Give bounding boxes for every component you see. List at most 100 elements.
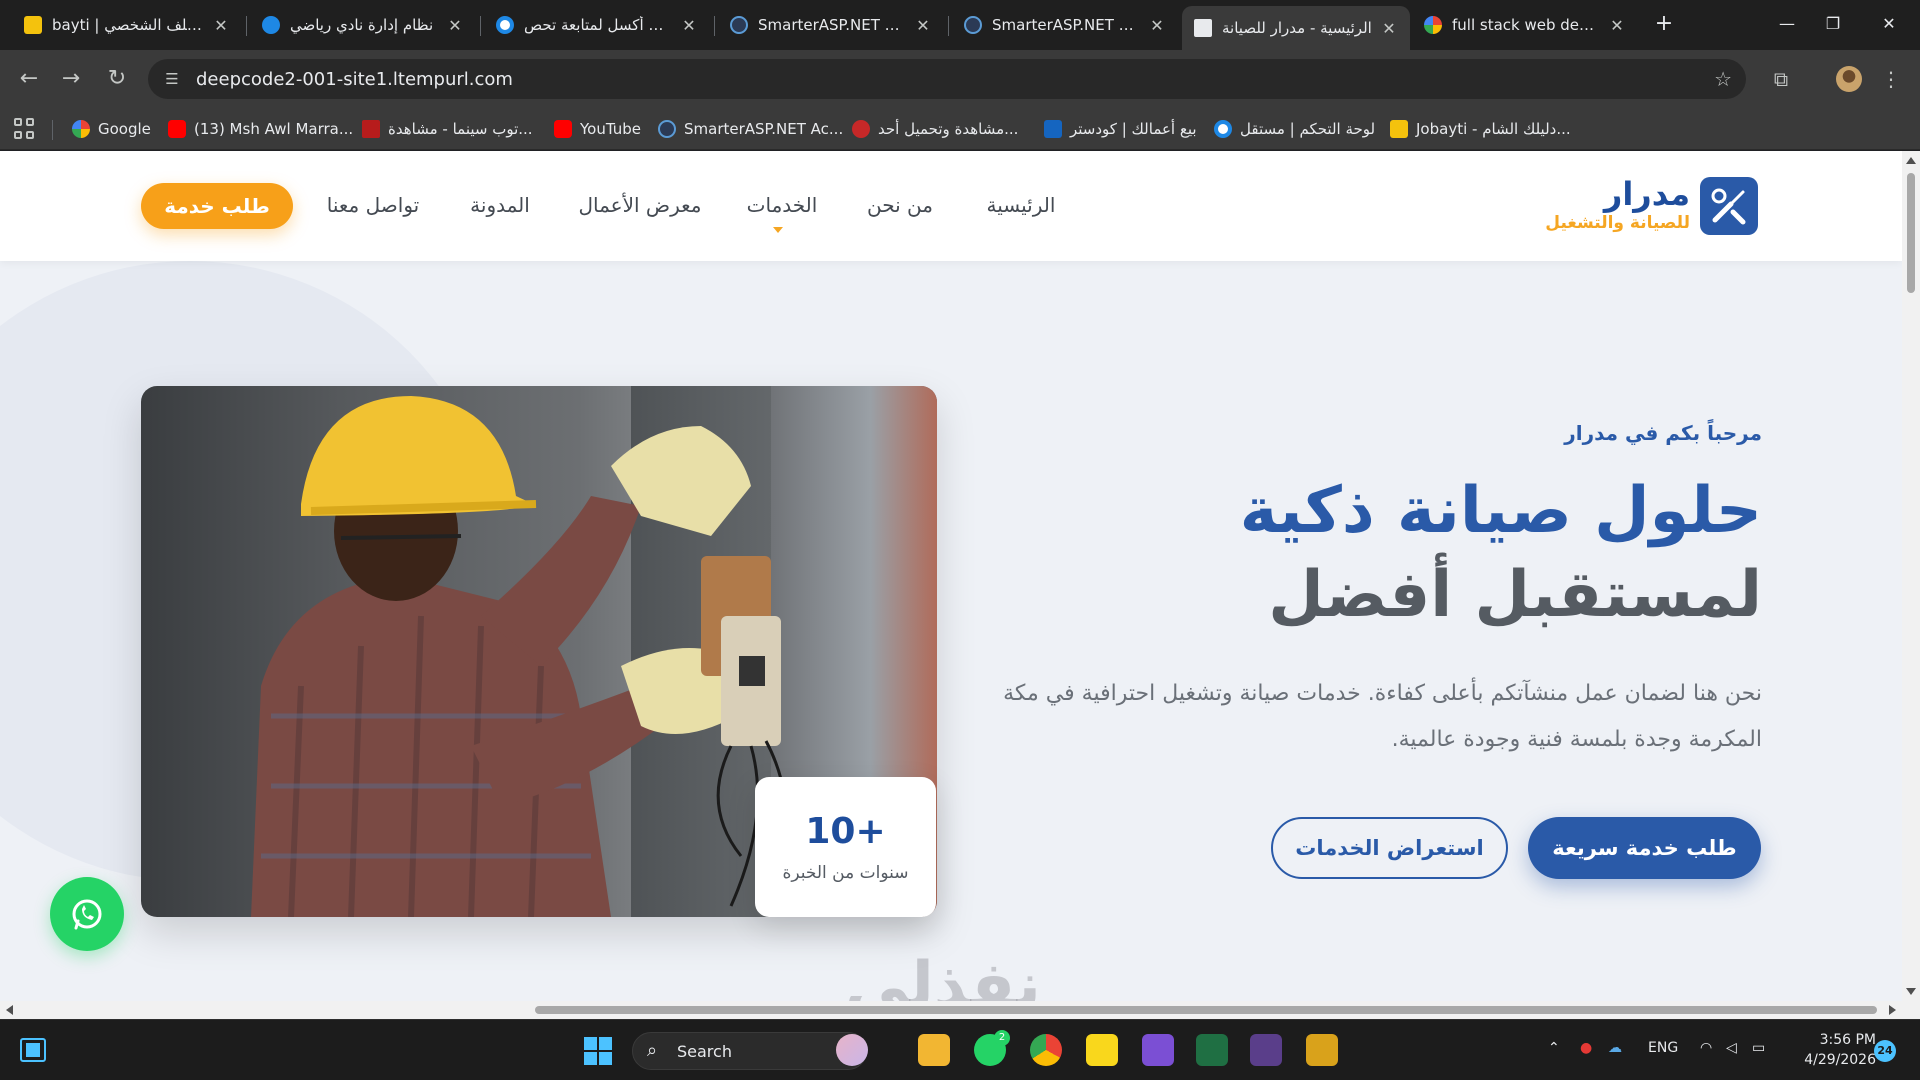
language-indicator[interactable]: ENG (1648, 1040, 1678, 1056)
tools-icon[interactable] (1700, 177, 1758, 235)
menu-kebab-icon[interactable]: ⋮ (1878, 66, 1904, 92)
bookmark-movies[interactable]: مشاهدة وتحميل أحد... (852, 118, 1018, 140)
smarterasp-icon (964, 16, 982, 34)
notification-badge[interactable]: 24 (1874, 1040, 1896, 1062)
chevron-up-icon[interactable]: ⌃ (1548, 1040, 1560, 1056)
scroll-right-arrow-icon[interactable] (1889, 1005, 1896, 1015)
mostaql-icon (1214, 120, 1232, 138)
tab-madrar-home[interactable]: الرئيسية - مدرار للصيانة ✕ (1182, 6, 1410, 50)
sticky-notes-icon[interactable] (1086, 1034, 1118, 1066)
tab-excel-file[interactable]: ملف أكسل لمتابعة تحص ✕ (484, 8, 710, 42)
bookmark-youtube[interactable]: YouTube (554, 118, 641, 140)
tab-title: ملف أكسل لمتابعة تحص (524, 16, 672, 34)
bookmark-label: توب سينما - مشاهدة... (388, 120, 533, 138)
whatsapp-icon[interactable] (50, 877, 124, 951)
bookmark-star-icon[interactable]: ☆ (1714, 67, 1732, 91)
close-tab-icon[interactable]: ✕ (914, 16, 932, 35)
tab-divider (948, 16, 949, 36)
tab-full-stack[interactable]: full stack web dev - ف ✕ (1412, 8, 1638, 42)
close-tab-icon[interactable]: ✕ (446, 16, 464, 35)
tab-smarterasp-1[interactable]: SmarterASP.NET Acco ✕ (718, 8, 944, 42)
wifi-icon[interactable]: ◠ (1700, 1040, 1712, 1056)
battery-icon[interactable]: ▭ (1752, 1040, 1765, 1056)
nav-services[interactable]: الخدمات (732, 193, 832, 217)
close-tab-icon[interactable]: ✕ (1380, 19, 1398, 38)
youtube-icon (168, 120, 186, 138)
android-studio-icon[interactable] (1196, 1034, 1228, 1066)
youtube-icon (554, 120, 572, 138)
nav-blog[interactable]: المدونة (452, 193, 548, 217)
nav-home[interactable]: الرئيسية (966, 193, 1076, 217)
close-tab-icon[interactable]: ✕ (212, 16, 230, 35)
site-settings-icon[interactable]: ☰ (162, 69, 182, 89)
close-tab-icon[interactable]: ✕ (1608, 16, 1626, 35)
logo-name[interactable]: مدرار (1560, 175, 1690, 213)
tab-title: SmarterASP.NET Acco (992, 16, 1140, 34)
bookmark-jobayti[interactable]: Jobayti - دليلك الشام... (1390, 118, 1571, 140)
onedrive-icon[interactable]: ☁ (1608, 1040, 1622, 1056)
scroll-left-arrow-icon[interactable] (6, 1005, 13, 1015)
widgets-icon[interactable] (20, 1038, 46, 1062)
taskbar-clock[interactable]: 3:56 PM 4/29/2026 (1796, 1030, 1876, 1070)
site-header: مدرار للصيانة والتشغيل الرئيسية من نحن ا… (0, 151, 1902, 261)
back-arrow-icon[interactable]: ← (14, 64, 44, 94)
request-service-button[interactable]: طلب خدمة (141, 183, 293, 229)
close-tab-icon[interactable]: ✕ (1148, 16, 1166, 35)
movie-icon (852, 120, 870, 138)
minimize-button[interactable]: — (1764, 8, 1810, 40)
tab-title: نظام إدارة نادي رياضي (290, 16, 434, 34)
quick-service-button[interactable]: طلب خدمة سريعة (1528, 817, 1761, 879)
extensions-icon[interactable]: ⧉ (1768, 66, 1794, 92)
vertical-scrollbar[interactable] (1902, 151, 1920, 1001)
close-tab-icon[interactable]: ✕ (680, 16, 698, 35)
services-dropdown-caret-icon[interactable] (773, 227, 783, 233)
restore-button[interactable]: ❐ (1810, 8, 1856, 40)
clock-date: 4/29/2026 (1804, 1052, 1876, 1068)
windows-start-icon[interactable] (584, 1037, 612, 1065)
weather-widget-icon[interactable] (836, 1034, 868, 1066)
bookmark-mostaql[interactable]: لوحة التحكم | مستقل (1214, 118, 1375, 140)
apps-grid-icon[interactable] (14, 118, 36, 140)
file-explorer-icon[interactable] (918, 1034, 950, 1066)
jobayti-icon (24, 16, 42, 34)
chrome-icon[interactable] (1030, 1034, 1062, 1066)
new-tab-button[interactable]: + (1650, 10, 1678, 38)
horizontal-scroll-thumb[interactable] (535, 1006, 1877, 1014)
volume-icon[interactable]: ◁ (1726, 1040, 1737, 1056)
nav-contact[interactable]: تواصل معنا (314, 193, 432, 217)
url-text[interactable]: deepcode2-001-site1.ltempurl.com (196, 69, 513, 90)
close-window-button[interactable]: ✕ (1866, 8, 1912, 40)
security-icon[interactable]: ● (1580, 1040, 1592, 1056)
bookmark-google[interactable]: Google (72, 118, 151, 140)
taskbar-search[interactable]: ⌕ Search (632, 1032, 867, 1070)
bookmark-label: لوحة التحكم | مستقل (1240, 120, 1376, 138)
scroll-down-arrow-icon[interactable] (1906, 988, 1916, 995)
visual-studio-icon[interactable] (1142, 1034, 1174, 1066)
tab-jobayti-profile[interactable]: bayti | الملف الشخصي ✕ (12, 8, 242, 42)
circle-icon (496, 16, 514, 34)
forward-arrow-icon[interactable]: → (56, 64, 86, 94)
hero-headline-line2: لمستقبل أفضل (1268, 558, 1762, 632)
bookmark-msh-awl-marra[interactable]: (13) Msh Awl Marra... (168, 118, 353, 140)
address-bar[interactable]: ☰ deepcode2-001-site1.ltempurl.com ☆ (148, 59, 1746, 99)
terminal-icon[interactable] (1250, 1034, 1282, 1066)
clock-time: 3:56 PM (1819, 1032, 1876, 1048)
tab-sports-club[interactable]: نظام إدارة نادي رياضي ✕ (250, 8, 476, 42)
nav-portfolio[interactable]: معرض الأعمال (566, 193, 714, 217)
tab-smarterasp-2[interactable]: SmarterASP.NET Acco ✕ (952, 8, 1178, 42)
bookmark-codester[interactable]: بيع أعمالك | كودستر (1044, 118, 1197, 140)
browse-services-button[interactable]: استعراض الخدمات (1271, 817, 1508, 879)
horizontal-scrollbar[interactable] (0, 1001, 1920, 1019)
bookmark-smarterasp[interactable]: SmarterASP.NET Ac... (658, 118, 843, 140)
notepad-icon[interactable] (1306, 1034, 1338, 1066)
experience-stat-card: 10+ سنوات من الخبرة (755, 777, 936, 917)
profile-avatar[interactable] (1836, 66, 1862, 92)
scroll-up-arrow-icon[interactable] (1906, 157, 1916, 164)
reload-icon[interactable]: ↻ (102, 64, 132, 94)
google-icon (72, 120, 90, 138)
bookmark-divider (52, 120, 53, 140)
nav-about[interactable]: من نحن (852, 193, 948, 217)
browser-tab-strip: bayti | الملف الشخصي ✕ نظام إدارة نادي ر… (0, 0, 1920, 50)
vertical-scroll-thumb[interactable] (1907, 173, 1915, 293)
bookmark-top-cinema[interactable]: توب سينما - مشاهدة... (362, 118, 533, 140)
